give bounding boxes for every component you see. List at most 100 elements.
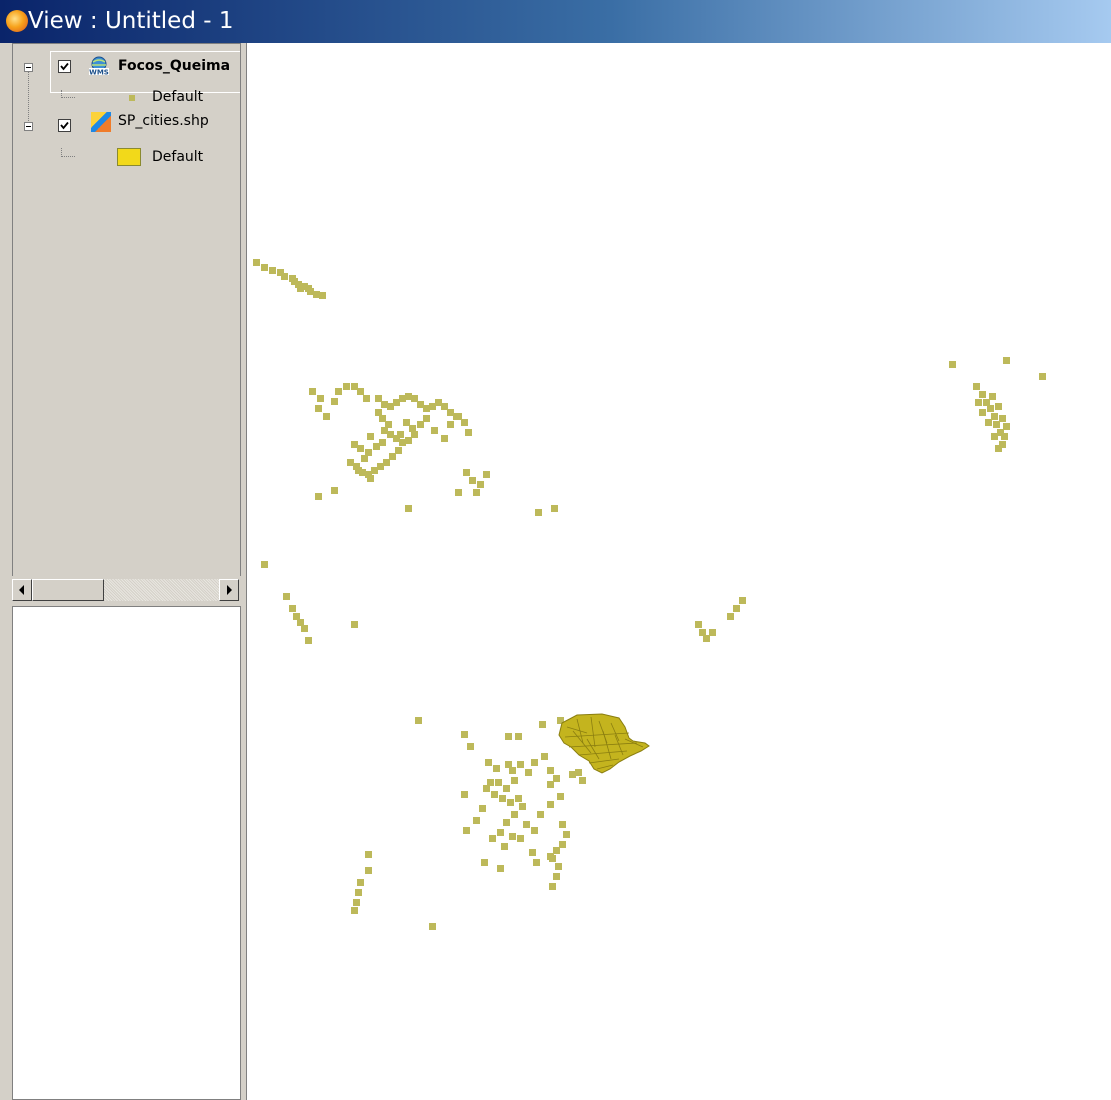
fire-point xyxy=(547,853,554,860)
fire-point xyxy=(995,403,1002,410)
fire-point xyxy=(539,721,546,728)
layer-toc-panel[interactable]: WMS Focos_Queima Default SP_cities.shp D… xyxy=(12,43,241,603)
fire-point xyxy=(553,873,560,880)
fire-point xyxy=(461,419,468,426)
fire-point xyxy=(993,421,1000,428)
fire-point xyxy=(517,761,524,768)
checkmark-icon xyxy=(60,121,69,130)
fire-point xyxy=(479,805,486,812)
fire-point xyxy=(485,759,492,766)
fire-point xyxy=(351,907,358,914)
fire-point xyxy=(511,777,518,784)
fire-point xyxy=(481,859,488,866)
fire-point xyxy=(283,593,290,600)
scroll-left-button[interactable] xyxy=(12,579,32,601)
map-canvas[interactable] xyxy=(247,43,1111,1100)
svg-text:WMS: WMS xyxy=(89,69,109,77)
scroll-thumb[interactable] xyxy=(32,579,104,601)
fire-point xyxy=(379,439,386,446)
fire-point xyxy=(347,459,354,466)
fire-point xyxy=(551,505,558,512)
fire-point xyxy=(351,441,358,448)
layer-name: SP_cities.shp xyxy=(118,113,209,129)
layer-name: Focos_Queima xyxy=(118,58,231,74)
fire-point xyxy=(355,889,362,896)
shapefile-layer-icon xyxy=(91,112,111,132)
fire-point xyxy=(1039,373,1046,380)
fire-point xyxy=(343,383,350,390)
collapse-icon[interactable] xyxy=(24,63,33,72)
fire-point xyxy=(291,278,298,285)
fire-point xyxy=(559,821,566,828)
fire-point xyxy=(375,409,382,416)
fire-point xyxy=(547,801,554,808)
fire-point xyxy=(431,427,438,434)
fire-point xyxy=(501,843,508,850)
fire-point xyxy=(575,769,582,776)
fire-point xyxy=(487,779,494,786)
fire-point xyxy=(297,285,304,292)
fire-point xyxy=(497,829,504,836)
fire-point xyxy=(983,399,990,406)
fire-point xyxy=(365,449,372,456)
fire-point xyxy=(699,629,706,636)
fire-point xyxy=(455,489,462,496)
fire-point xyxy=(505,733,512,740)
fire-point xyxy=(383,459,390,466)
fire-point xyxy=(987,405,994,412)
fire-point xyxy=(399,395,406,402)
fire-point xyxy=(441,435,448,442)
layer-visibility-checkbox[interactable] xyxy=(58,60,71,73)
fire-point xyxy=(315,405,322,412)
fire-point xyxy=(357,879,364,886)
fire-point xyxy=(289,605,296,612)
fire-point xyxy=(695,621,702,628)
fire-point xyxy=(473,817,480,824)
fire-point xyxy=(305,637,312,644)
fire-point xyxy=(503,819,510,826)
fire-point xyxy=(979,409,986,416)
fire-point xyxy=(537,811,544,818)
fire-point xyxy=(301,625,308,632)
fire-point xyxy=(305,285,312,292)
fire-point xyxy=(531,827,538,834)
fire-point xyxy=(483,785,490,792)
scroll-right-button[interactable] xyxy=(219,579,239,601)
fire-point xyxy=(423,405,430,412)
fire-point xyxy=(553,775,560,782)
layer-visibility-checkbox[interactable] xyxy=(58,119,71,132)
fire-point xyxy=(569,771,576,778)
fire-point xyxy=(353,899,360,906)
fire-point xyxy=(463,827,470,834)
window-titlebar[interactable]: View : Untitled - 1 xyxy=(0,0,1111,43)
fire-point xyxy=(555,863,562,870)
fire-point xyxy=(355,467,362,474)
fire-point xyxy=(399,439,406,446)
fire-point xyxy=(405,505,412,512)
fire-point xyxy=(509,833,516,840)
fire-point xyxy=(261,264,268,271)
fire-point xyxy=(269,267,276,274)
fire-point xyxy=(423,415,430,422)
fire-point xyxy=(991,413,998,420)
fire-point xyxy=(441,403,448,410)
fire-point xyxy=(469,477,476,484)
toc-horizontal-scrollbar[interactable] xyxy=(12,576,241,603)
fire-point xyxy=(991,433,998,440)
fire-point xyxy=(375,395,382,402)
fire-point xyxy=(309,388,316,395)
fire-point xyxy=(949,361,956,368)
fire-point xyxy=(995,445,1002,452)
collapse-icon[interactable] xyxy=(24,122,33,131)
polygon-symbol-swatch xyxy=(117,148,141,166)
fire-point xyxy=(1003,423,1010,430)
fire-point xyxy=(409,425,416,432)
fire-point xyxy=(397,431,404,438)
window-title: View : Untitled - 1 xyxy=(28,8,234,34)
tree-connector xyxy=(61,90,62,98)
locator-map-panel[interactable] xyxy=(12,606,241,1100)
fire-point xyxy=(531,759,538,766)
fire-point xyxy=(293,613,300,620)
fire-point xyxy=(331,398,338,405)
fire-point xyxy=(523,821,530,828)
